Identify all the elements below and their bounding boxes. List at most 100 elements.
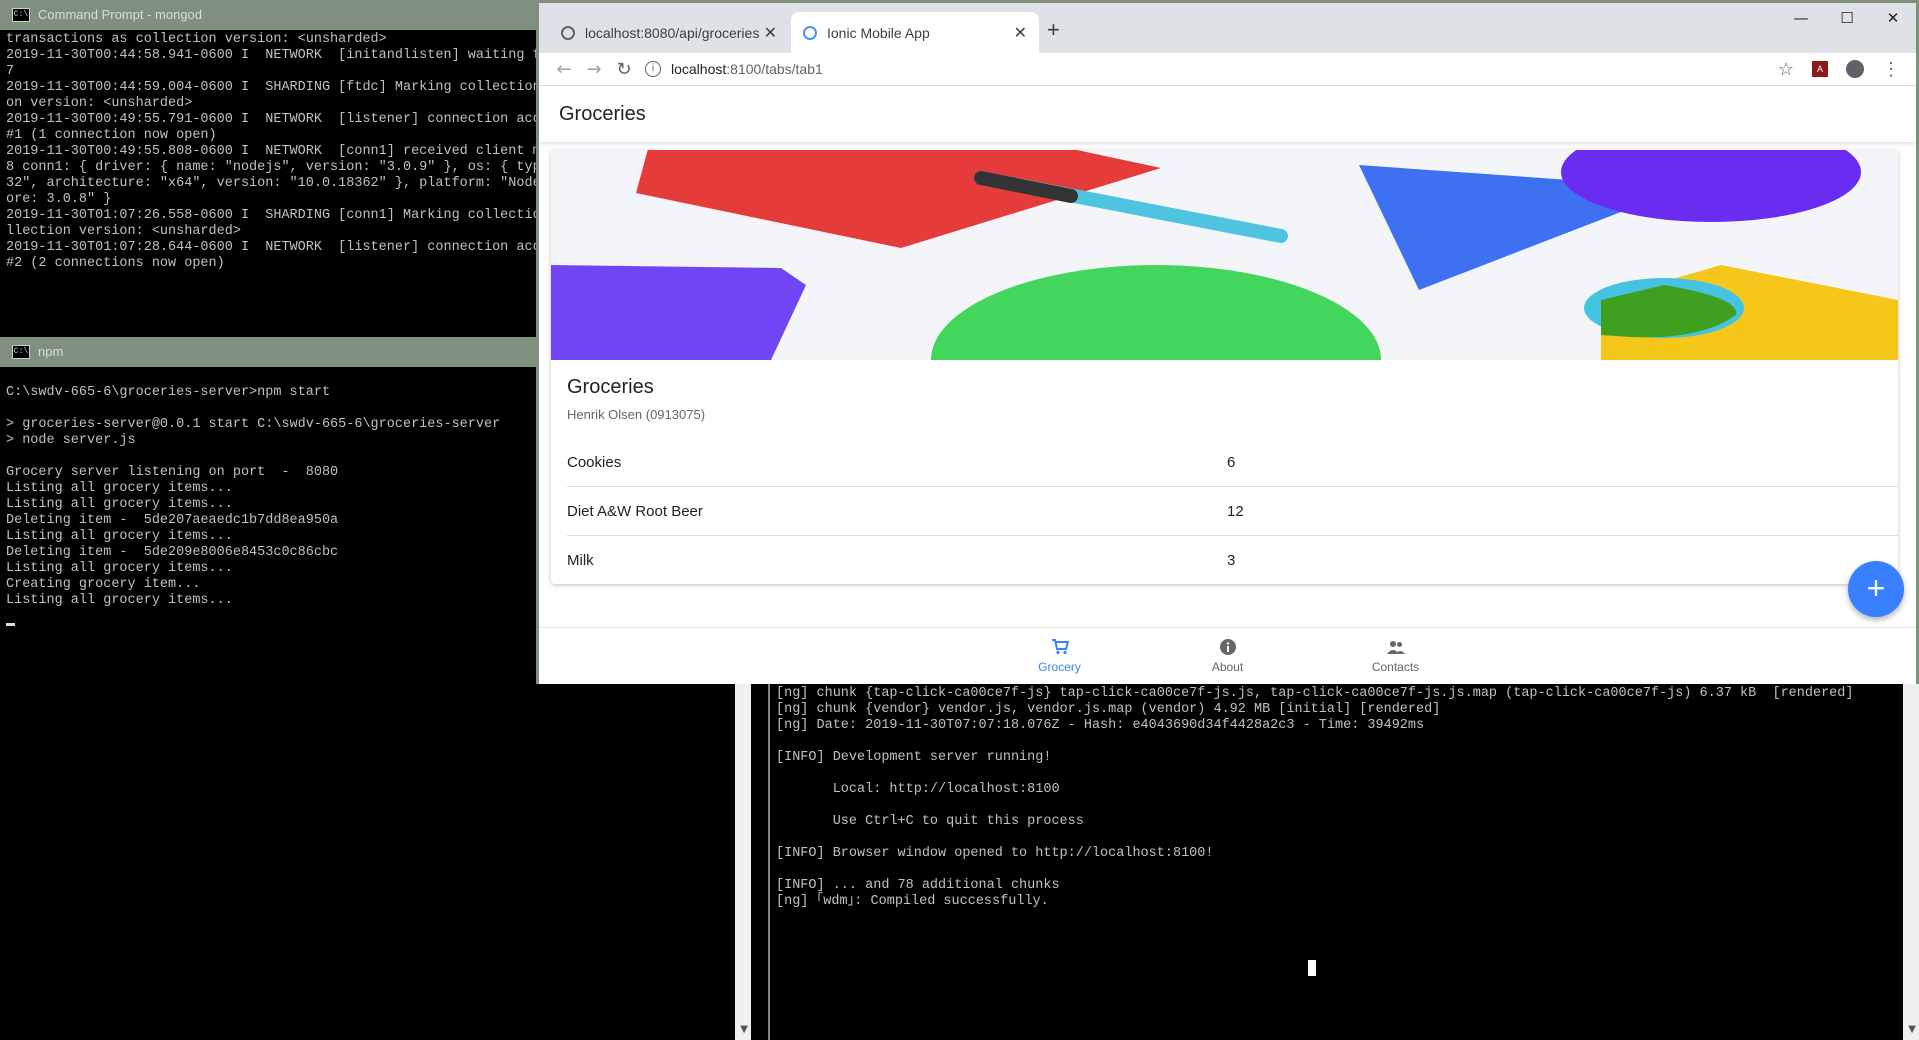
loading-icon xyxy=(803,25,817,40)
list-item[interactable]: Diet A&W Root Beer 12 xyxy=(567,487,1898,536)
console-line: transactions as collection version: <uns… xyxy=(6,32,387,47)
npm-title-bar[interactable]: C:\ npm xyxy=(0,337,536,367)
minimize-icon[interactable]: — xyxy=(1778,3,1824,33)
console-line: Listing all grocery items... xyxy=(6,529,233,544)
tab-api-groceries[interactable]: localhost:8080/api/groceries ✕ xyxy=(549,12,789,53)
account-icon[interactable] xyxy=(1846,60,1864,78)
console-icon: C:\ xyxy=(12,345,30,359)
reload-icon[interactable]: ↻ xyxy=(609,59,639,80)
console-line: > node server.js xyxy=(6,433,136,448)
browser-tab-strip: localhost:8080/api/groceries ✕ Ionic Mob… xyxy=(539,3,1916,53)
mongod-title-bar[interactable]: C:\ Command Prompt - mongod xyxy=(0,0,536,30)
console-line: ore: 3.0.8" } xyxy=(6,192,112,207)
browser-window: localhost:8080/api/groceries ✕ Ionic Mob… xyxy=(536,0,1919,684)
console-line: [INFO] ... and 78 additional chunks xyxy=(776,878,1060,893)
console-line: 2019-11-30T00:49:55.791-0600 I NETWORK [… xyxy=(6,112,536,127)
url-path: :8100/tabs/tab1 xyxy=(726,61,823,77)
info-icon[interactable]: i xyxy=(645,61,661,77)
address-bar[interactable]: i localhost:8100/tabs/tab1 xyxy=(645,61,1778,77)
console-line: Use Ctrl+C to quit this process xyxy=(776,814,1084,829)
console-line: Listing all grocery items... xyxy=(6,481,233,496)
scroll-down-icon[interactable]: ▼ xyxy=(740,1022,748,1038)
back-icon[interactable]: ← xyxy=(549,59,579,80)
people-icon xyxy=(1386,640,1405,654)
cart-icon xyxy=(1051,638,1069,654)
console-line: [ng] ｢wdm｣: Compiled successfully. xyxy=(776,894,1049,909)
item-name: Milk xyxy=(567,551,594,569)
card-subtitle: Henrik Olsen (0913075) xyxy=(567,407,706,422)
tab-ionic-app[interactable]: Ionic Mobile App ✕ xyxy=(791,12,1039,53)
close-tab-icon[interactable]: ✕ xyxy=(764,23,777,43)
ionic-scrollbar[interactable]: ▼ xyxy=(1903,684,1919,1040)
tab-grocery[interactable]: Grocery xyxy=(976,628,1144,684)
console-line: Deleting item - 5de207aeaedc1b7dd8ea950a xyxy=(6,513,339,528)
console-line: #2 (2 connections now open) xyxy=(6,256,225,271)
console-line: [ng] chunk {vendor} vendor.js, vendor.js… xyxy=(776,702,1441,717)
text-cursor xyxy=(6,623,15,626)
console-line: Creating grocery item... xyxy=(6,577,201,592)
console-line: [ng] chunk {tap-click-ca00ce7f-js} tap-c… xyxy=(776,686,1854,701)
console-line: Listing all grocery items... xyxy=(6,593,233,608)
new-tab-button[interactable]: + xyxy=(1047,17,1060,43)
console-line: 2019-11-30T00:44:59.004-0600 I SHARDING … xyxy=(6,80,536,95)
star-icon[interactable]: ☆ xyxy=(1778,59,1794,80)
console-line: 8 conn1: { driver: { name: "nodejs", ver… xyxy=(6,160,536,175)
browser-toolbar: ← → ↻ i localhost:8100/tabs/tab1 ☆ A ⋮ xyxy=(539,53,1916,86)
item-quantity: 3 xyxy=(1227,551,1236,569)
console-line: 2019-11-30T01:07:28.644-0600 I NETWORK [… xyxy=(6,240,536,255)
pdf-extension-icon[interactable]: A xyxy=(1812,61,1828,77)
console-line: [ng] Date: 2019-11-30T07:07:18.076Z - Ha… xyxy=(776,718,1425,733)
console-line: Listing all grocery items... xyxy=(6,497,233,512)
console-line: 2019-11-30T01:07:26.558-0600 I SHARDING … xyxy=(6,208,536,223)
info-icon xyxy=(1219,638,1236,655)
tab-label: About xyxy=(1211,659,1244,674)
ionic-serve-console-window: [ng] chunk {tap-click-ca00ce7f-js} tap-c… xyxy=(770,684,1919,1040)
window-controls: — ☐ ✕ xyxy=(1778,3,1916,33)
tab-contacts[interactable]: Contacts xyxy=(1312,628,1480,684)
list-item[interactable]: Cookies 6 xyxy=(567,438,1898,487)
maximize-icon[interactable]: ☐ xyxy=(1824,3,1870,33)
tab-label: Grocery xyxy=(1038,659,1081,674)
npm-title: npm xyxy=(38,344,64,359)
console-line: 2019-11-30T00:49:55.808-0600 I NETWORK [… xyxy=(6,144,536,159)
groceries-card: Groceries Henrik Olsen (0913075) Cookies… xyxy=(551,150,1898,584)
card-hero-image xyxy=(551,150,1898,360)
mongod-title: Command Prompt - mongod xyxy=(38,7,203,22)
console-line: [INFO] Browser window opened to http://l… xyxy=(776,846,1214,861)
console-line: 2019-11-30T00:44:58.941-0600 I NETWORK [… xyxy=(6,48,536,63)
add-item-button[interactable]: + xyxy=(1848,561,1904,617)
console-line: Grocery server listening on port - 8080 xyxy=(6,465,339,480)
console-line: 7 xyxy=(6,64,15,79)
console-line: 32", architecture: "x64", version: "10.0… xyxy=(6,176,536,191)
forward-icon[interactable]: → xyxy=(579,59,609,80)
list-item[interactable]: Milk 3 xyxy=(567,536,1898,584)
tab-label: localhost:8080/api/groceries xyxy=(585,24,760,41)
tab-label: Ionic Mobile App xyxy=(827,24,930,41)
tab-about[interactable]: About xyxy=(1144,628,1312,684)
close-window-icon[interactable]: ✕ xyxy=(1870,3,1916,33)
console-line: > groceries-server@0.0.1 start C:\swdv-6… xyxy=(6,417,501,432)
card-title: Groceries xyxy=(567,376,654,398)
tab-label: Contacts xyxy=(1371,659,1420,674)
item-name: Cookies xyxy=(567,453,622,471)
close-tab-icon[interactable]: ✕ xyxy=(1014,23,1027,43)
menu-icon[interactable]: ⋮ xyxy=(1882,59,1900,80)
npm-scrollbar[interactable]: ▼ xyxy=(735,677,751,1040)
url-host: localhost xyxy=(671,61,727,77)
console-line: C:\swdv-665-6\groceries-server>npm start xyxy=(6,385,331,400)
ionic-serve-output: [ng] chunk {tap-click-ca00ce7f-js} tap-c… xyxy=(770,684,1919,912)
item-name: Diet A&W Root Beer xyxy=(567,502,703,520)
console-line: #1 (1 connection now open) xyxy=(6,128,217,143)
bottom-tab-bar: Grocery About Contacts xyxy=(539,627,1916,684)
scroll-down-icon[interactable]: ▼ xyxy=(1908,1022,1916,1038)
item-quantity: 12 xyxy=(1227,502,1244,520)
console-line: Local: http://localhost:8100 xyxy=(776,782,1060,797)
console-line: [INFO] Development server running! xyxy=(776,750,1052,765)
page-title: Groceries xyxy=(559,102,646,125)
console-icon: C:\ xyxy=(12,8,30,22)
mongod-output: transactions as collection version: <uns… xyxy=(0,30,536,274)
text-cursor xyxy=(1308,960,1316,976)
console-line: llection version: <unsharded> xyxy=(6,224,241,239)
console-line: Deleting item - 5de209e8006e8453c0c86cbc xyxy=(6,545,339,560)
console-line: on version: <unsharded> xyxy=(6,96,193,111)
